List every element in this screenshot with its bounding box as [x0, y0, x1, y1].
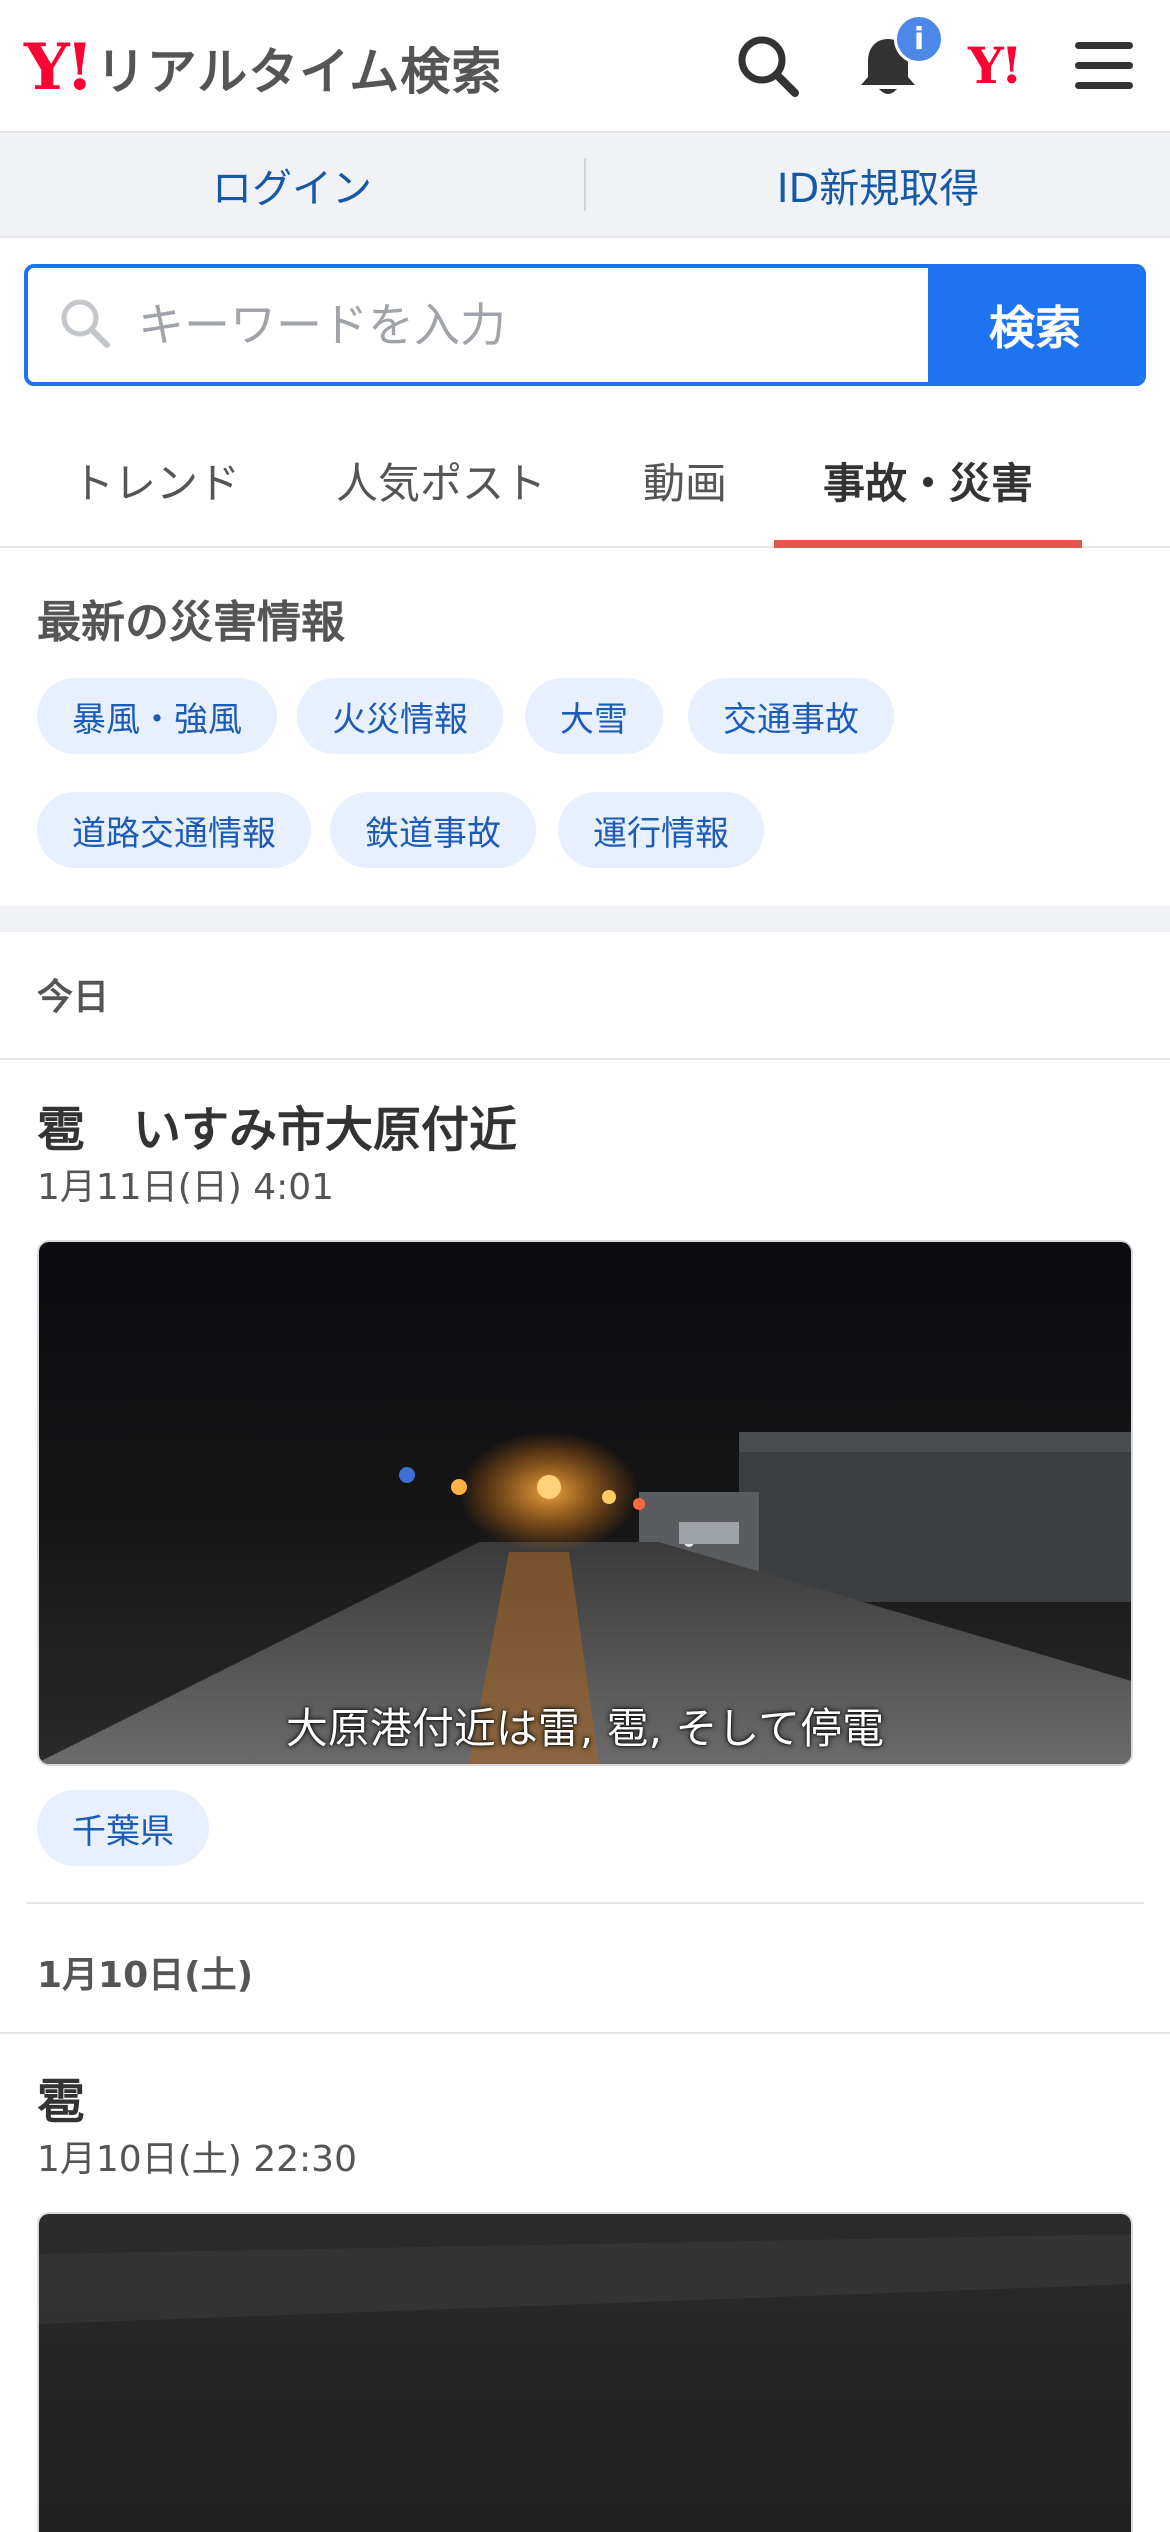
notification-badge: i — [894, 14, 944, 64]
date-heading: 今日 — [37, 977, 110, 1018]
active-tab-indicator — [774, 540, 1082, 548]
category-tabs: トレンド 人気ポスト 動画 事故・災害 — [0, 412, 1170, 548]
post-video-thumbnail[interactable]: 大原港付近は雷, 雹, そして停電 — [37, 1240, 1133, 1766]
search-icon[interactable] — [728, 26, 808, 106]
disaster-section-title: 最新の災害情報 — [37, 597, 345, 648]
date-heading: 1月10日(土) — [37, 1955, 254, 1996]
video-caption: 大原港付近は雷, 雹, そして停電 — [285, 1704, 885, 1753]
post-time: 1月10日(土) 22:30 — [37, 2139, 357, 2180]
divider — [26, 1902, 1144, 1904]
category-chip[interactable]: 大雪 — [525, 678, 663, 754]
category-chip[interactable]: 火災情報 — [297, 678, 503, 754]
tab-videos[interactable]: 動画 — [610, 412, 760, 548]
yahoo-japan-icon[interactable]: Y! — [968, 36, 1023, 95]
tab-popular-posts[interactable]: 人気ポスト — [316, 412, 566, 548]
logo-title: リアルタイム検索 — [95, 43, 503, 101]
category-chip[interactable]: 道路交通情報 — [37, 792, 311, 868]
search-field[interactable] — [28, 268, 928, 382]
divider — [0, 2032, 1170, 2034]
divider — [0, 1058, 1170, 1060]
post-title[interactable]: 雹 いすみ市大原付近 — [37, 1090, 517, 1160]
post-title[interactable]: 雹 — [37, 2062, 85, 2132]
login-link[interactable]: ログイン — [0, 133, 584, 236]
tab-trend[interactable]: トレンド — [40, 412, 272, 548]
search-input[interactable] — [138, 298, 898, 352]
location-tag[interactable]: 千葉県 — [37, 1790, 209, 1866]
signup-link[interactable]: ID新規取得 — [586, 133, 1170, 236]
category-chip[interactable]: 鉄道事故 — [330, 792, 536, 868]
post-time: 1月11日(日) 4:01 — [37, 1167, 335, 1208]
category-chip[interactable]: 交通事故 — [688, 678, 894, 754]
tab-accidents-disasters[interactable]: 事故・災害 — [774, 412, 1082, 548]
search-field-icon — [58, 296, 112, 354]
search-button[interactable]: 検索 — [928, 268, 1142, 382]
category-chip[interactable]: 運行情報 — [558, 792, 764, 868]
app-header: Y! リアルタイム検索 i Y! — [0, 0, 1170, 133]
account-bar: ログイン ID新規取得 — [0, 133, 1170, 238]
section-separator — [0, 906, 1170, 932]
category-chip[interactable]: 暴風・強風 — [37, 678, 277, 754]
menu-icon[interactable] — [1064, 26, 1144, 106]
yahoo-realtime-logo[interactable]: Y! リアルタイム検索 — [24, 28, 502, 108]
yahoo-logo-mark: Y! — [24, 30, 94, 105]
post-video-thumbnail[interactable] — [37, 2212, 1133, 2532]
search-bar: 検索 — [24, 264, 1146, 386]
